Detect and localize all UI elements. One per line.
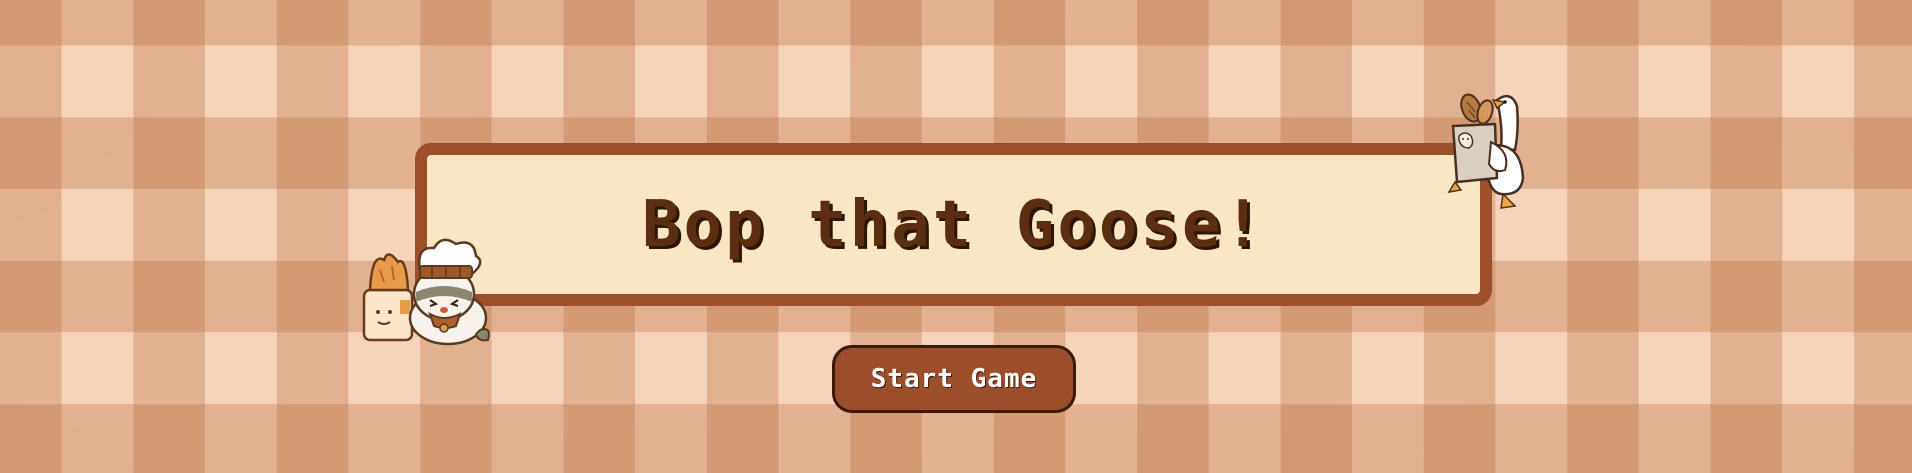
goose-carrying-bread-bag-icon <box>1447 93 1525 209</box>
title-panel: Bop that Goose! <box>415 143 1492 306</box>
start-game-label: Start Game <box>870 364 1038 394</box>
chef-hamster-with-bread-icon <box>362 238 490 346</box>
start-game-button[interactable]: Start Game <box>832 345 1076 413</box>
game-title: Bop that Goose! <box>642 187 1265 262</box>
